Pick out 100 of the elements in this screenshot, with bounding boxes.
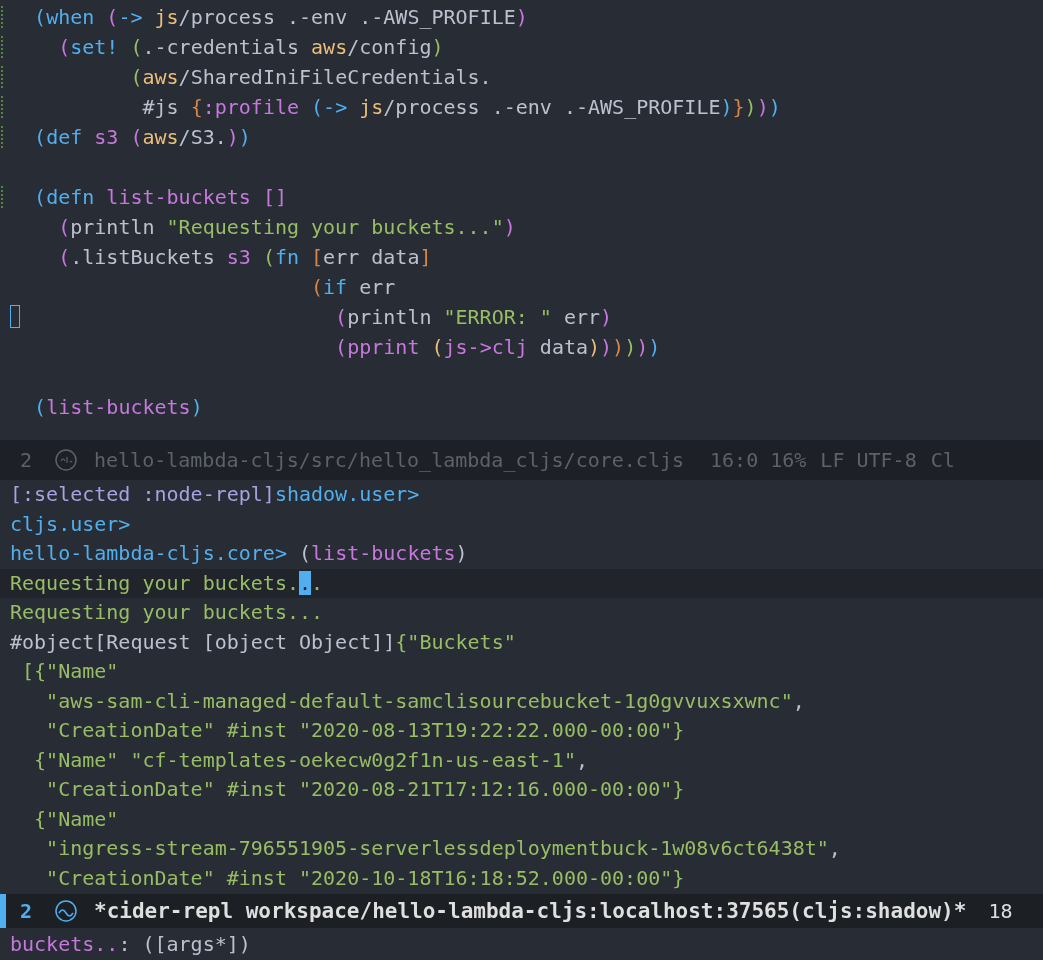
code-token: fn xyxy=(274,245,301,269)
code-token: ) xyxy=(588,335,601,359)
code-token: [] xyxy=(262,185,287,209)
code-token: ( xyxy=(130,125,143,149)
repl-output-token: , xyxy=(792,688,805,713)
code-token: aws xyxy=(311,35,348,59)
repl-output-token: "CreationDate" #inst "2020-08-13T19:22:22.000-00:00"} xyxy=(45,718,685,742)
code-token: /process .-env .-AWS_PROFILE xyxy=(383,95,721,119)
code-token: err xyxy=(359,275,396,299)
repl-output-token: ( xyxy=(298,541,312,565)
code-token: .listBuckets xyxy=(70,245,216,269)
major-mode: Cl xyxy=(930,448,955,472)
code-token: ) xyxy=(624,335,637,359)
code-token: ) xyxy=(238,125,251,149)
file-path: hello-lambda-cljs/src/hello_lambda_cljs/core.cljs xyxy=(94,448,684,472)
code-token: ( xyxy=(130,35,143,59)
repl-output-token: {"Buckets" xyxy=(395,629,516,654)
code-token: ) xyxy=(636,335,649,359)
code-token: ) xyxy=(600,335,613,359)
repl-output-token: "aws-sam-cli-managed-default-samclisourcebucket-1g0gvvuxsxwnc" xyxy=(45,688,793,713)
code-token: (def xyxy=(34,125,84,149)
code-token: err xyxy=(562,305,601,329)
file-encoding: LF UTF-8 xyxy=(820,448,917,472)
echo-area-text: : ([args*]) xyxy=(118,932,251,956)
code-token: ( xyxy=(34,395,47,419)
code-token: .-credentials xyxy=(142,35,301,59)
code-token: ( xyxy=(57,245,71,269)
code-token: ( xyxy=(129,65,143,89)
code-token: ) xyxy=(226,125,239,149)
repl-output-token: shadow.user> xyxy=(274,482,420,506)
repl-output-token: {"Name" xyxy=(33,806,119,831)
window-number: 2 xyxy=(20,899,34,923)
code-token: list-buckets xyxy=(46,395,191,419)
repl-output-token: [:selected :node-repl] xyxy=(10,482,275,506)
code-token: ( xyxy=(310,275,324,299)
cursor-position: 16:0 16% xyxy=(710,448,807,472)
repl-output-token: {"Name" "cf-templates-oekecw0g2f1n-us-east-1" xyxy=(33,747,576,772)
code-token: (when xyxy=(34,5,96,29)
text-cursor: . xyxy=(299,570,312,595)
code-token: "Requesting your buckets..." xyxy=(166,215,504,239)
code-token: s3 xyxy=(94,125,120,149)
repl-output-token: Requesting your buckets... xyxy=(10,600,324,624)
code-token: js->clj xyxy=(443,335,529,359)
code-token: pprint xyxy=(347,335,421,359)
code-token: ( xyxy=(334,335,348,359)
code-token: ) xyxy=(503,215,516,239)
code-token: js xyxy=(359,95,384,119)
code-token: ( xyxy=(334,305,348,329)
code-token: (defn xyxy=(34,185,96,209)
code-token: err data xyxy=(323,245,420,269)
code-token: ) xyxy=(190,395,203,419)
echo-area-text: buckets.. xyxy=(10,932,119,956)
code-token: ) xyxy=(756,95,769,119)
code-token: if xyxy=(323,275,349,299)
code-token: ) xyxy=(720,95,733,119)
code-token: ] xyxy=(419,245,432,269)
code-token: ) xyxy=(431,35,444,59)
repl-output-token: [{"Name" xyxy=(21,659,119,683)
repl-output-token: , xyxy=(828,836,841,860)
repl-output-token: "ingress-stream-796551905-serverlessdeploymentbuck-1w08v6ct6438t" xyxy=(45,836,829,860)
code-token: println xyxy=(70,215,156,239)
code-token: ) xyxy=(768,95,781,119)
repl-output-token: ) xyxy=(455,541,468,565)
code-token: "ERROR: " xyxy=(443,305,552,329)
repl-output-token: cljs.user> xyxy=(10,511,131,536)
code-token: ( xyxy=(106,5,119,29)
code-token: aws xyxy=(142,125,179,149)
repl-output-token: hello-lambda-cljs.core> xyxy=(10,541,287,565)
code-token: println xyxy=(347,305,433,329)
code-token: (-> xyxy=(311,95,349,119)
code-token: ( xyxy=(262,245,275,269)
code-token: { xyxy=(190,95,203,119)
code-token: ) xyxy=(612,335,625,359)
repl-output-token: , xyxy=(575,747,588,772)
code-token: data xyxy=(539,335,588,359)
buffer-name: *cider-repl workspace/hello-lambda-cljs:localhost:37565(cljs:shadow)* xyxy=(94,899,967,923)
code-token: ) xyxy=(648,335,661,359)
repl-output-token: "CreationDate" #inst "2020-10-18T16:18:52.000-00:00"} xyxy=(45,865,685,890)
code-token: #js xyxy=(141,95,180,119)
code-token: /SharedIniFileCredentials. xyxy=(178,65,492,89)
code-token: [ xyxy=(311,245,324,269)
code-token: ( xyxy=(57,215,71,239)
code-token: list-buckets xyxy=(106,185,252,209)
code-token: /S3. xyxy=(178,125,227,149)
repl-output-token: Requesting your buckets. xyxy=(10,570,299,595)
code-token: ( xyxy=(431,335,444,359)
code-token: set! xyxy=(70,35,120,59)
repl-output-token: #object[Request [object Object]] xyxy=(10,629,396,654)
code-token: ) xyxy=(515,5,528,29)
window-number: 2 xyxy=(20,448,34,472)
repl-output-token: . xyxy=(311,570,324,595)
code-token: ( xyxy=(57,35,71,59)
code-token: ) xyxy=(744,95,757,119)
code-token: ) xyxy=(600,305,613,329)
code-token: /process .-env .-AWS_PROFILE xyxy=(178,5,516,29)
code-token: s3 xyxy=(226,245,252,269)
code-token: -> xyxy=(118,5,144,29)
repl-output-token: "CreationDate" #inst "2020-08-21T17:12:16.000-00:00"} xyxy=(45,777,685,801)
repl-output-token: list-buckets xyxy=(311,541,456,565)
code-token: :profile xyxy=(202,95,300,119)
